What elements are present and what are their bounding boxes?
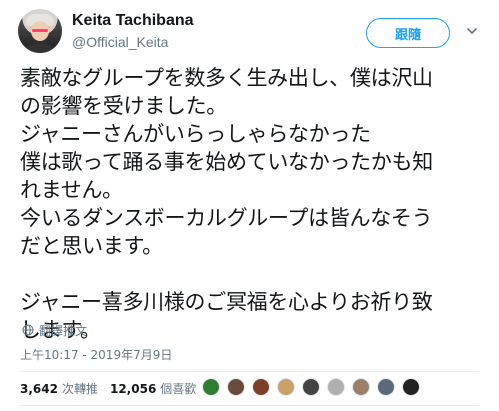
follow-button[interactable]: 跟隨 — [366, 18, 450, 48]
avatar-glasses — [32, 29, 48, 32]
likes-label: 個喜歡 — [160, 382, 197, 396]
tweet-stats: 3,642 次轉推 12,056 個喜歡 — [20, 380, 208, 397]
divider — [20, 371, 479, 372]
retweets-count: 3,642 — [20, 381, 58, 396]
author-handle[interactable]: @Official_Keita — [72, 34, 168, 50]
tweet-line: れません。 — [20, 178, 123, 202]
tweet-timestamp[interactable]: 上午10:17 - 2019年7月9日 — [20, 346, 172, 363]
liker-avatar-5[interactable] — [302, 378, 320, 396]
liker-avatar-6[interactable] — [327, 378, 345, 396]
liker-avatar-1[interactable] — [202, 378, 220, 396]
author-name[interactable]: Keita Tachibana — [72, 12, 194, 30]
liker-avatar-9[interactable] — [402, 378, 420, 396]
tweet-line: ジャニーさんがいらっしゃらなかった — [20, 122, 371, 146]
liker-avatar-2[interactable] — [227, 378, 245, 396]
liker-avatar-3[interactable] — [252, 378, 270, 396]
translate-label: 翻譯推文 — [39, 323, 88, 338]
translate-tweet-link[interactable]: 翻譯推文 — [22, 320, 87, 340]
tweet-line: だと思います。 — [20, 234, 163, 258]
tweet-line: 今いるダンスボーカルグループは皆んなそう — [20, 206, 433, 230]
liker-avatar-4[interactable] — [277, 378, 295, 396]
tweet-line: 素敵なグループを数多く生み出し、僕は沢山 — [20, 66, 433, 90]
tweet-line: ジャニー喜多川様のご冥福を心よりお祈り致 — [20, 290, 433, 314]
tweet-text: 素敵なグループを数多く生み出し、僕は沢山 の影響を受けました。 ジャニーさんがい… — [20, 64, 495, 344]
globe-icon — [22, 324, 34, 336]
liker-avatar-8[interactable] — [377, 378, 395, 396]
chevron-down-icon[interactable] — [466, 25, 478, 37]
tweet-line: 僕は歌って踊る事を始めていなかったかも知 — [20, 150, 433, 174]
liker-avatar-7[interactable] — [352, 378, 370, 396]
retweets-stat[interactable]: 3,642 次轉推 — [20, 380, 98, 397]
retweets-label: 次轉推 — [61, 382, 98, 396]
user-avatar-icon[interactable] — [18, 9, 62, 53]
liker-avatars — [202, 378, 427, 396]
tweet-line: の影響を受けました。 — [20, 94, 227, 118]
avatar-body — [23, 42, 57, 53]
tweet-line-blank — [20, 260, 495, 288]
divider — [20, 405, 479, 406]
likes-stat[interactable]: 12,056 個喜歡 — [110, 380, 196, 397]
tweet-line: します。 — [20, 318, 101, 342]
likes-count: 12,056 — [109, 381, 157, 396]
